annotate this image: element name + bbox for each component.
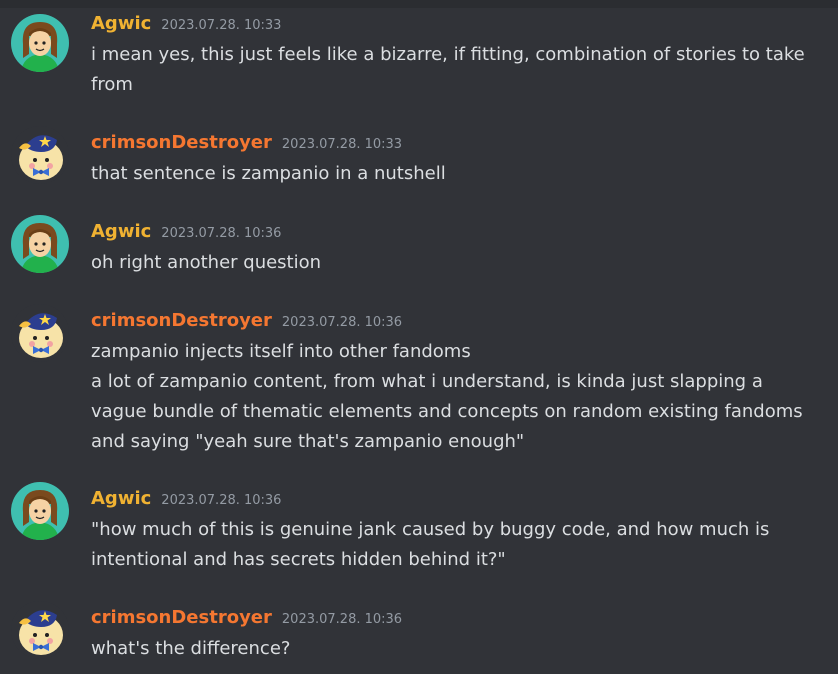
crimson-avatar-icon[interactable] xyxy=(11,601,69,659)
message-content: that sentence is zampanio in a nutshell xyxy=(91,159,831,189)
author-name[interactable]: crimsonDestroyer xyxy=(91,607,272,628)
message-line: intentional and has secrets hidden behin… xyxy=(91,549,506,570)
message-header: Agwic 2023.07.28. 10:33 xyxy=(91,12,281,38)
message-line: that sentence is zampanio in a nutshell xyxy=(91,163,446,184)
message-timestamp: 2023.07.28. 10:33 xyxy=(281,137,403,152)
author-name[interactable]: Agwic xyxy=(91,221,151,242)
message-timestamp: 2023.07.28. 10:36 xyxy=(161,226,282,241)
message-content: i mean yes, this just feels like a bizar… xyxy=(91,40,831,100)
message-header: Agwic 2023.07.28. 10:36 xyxy=(91,487,281,513)
message-line: what's the difference? xyxy=(91,638,291,659)
agwic-avatar-icon[interactable] xyxy=(11,14,69,72)
message-content: oh right another question xyxy=(91,248,831,278)
message-header: Agwic 2023.07.28. 10:36 xyxy=(91,220,281,246)
message-line: a lot of zampanio content, from what i u… xyxy=(91,371,763,392)
message-line: i mean yes, this just feels like a bizar… xyxy=(91,44,805,65)
author-name[interactable]: Agwic xyxy=(91,488,151,509)
message-header: crimsonDestroyer 2023.07.28. 10:36 xyxy=(91,606,402,632)
message-content: "how much of this is genuine jank caused… xyxy=(91,515,831,575)
message-content: zampanio injects itself into other fando… xyxy=(91,337,831,457)
message-line: oh right another question xyxy=(91,252,322,273)
channel-top-divider xyxy=(0,0,838,8)
crimson-avatar-icon[interactable] xyxy=(11,126,69,184)
agwic-avatar-icon[interactable] xyxy=(11,215,69,273)
crimson-avatar-icon[interactable] xyxy=(11,304,69,362)
message-timestamp: 2023.07.28. 10:36 xyxy=(281,315,403,330)
message-timestamp: 2023.07.28. 10:33 xyxy=(161,18,282,33)
message-line: and saying "yeah sure that's zampanio en… xyxy=(91,431,525,452)
message-timestamp: 2023.07.28. 10:36 xyxy=(281,612,403,627)
author-name[interactable]: crimsonDestroyer xyxy=(91,132,272,153)
agwic-avatar-icon[interactable] xyxy=(11,482,69,540)
message-header: crimsonDestroyer 2023.07.28. 10:33 xyxy=(91,131,402,157)
message-line: zampanio injects itself into other fando… xyxy=(91,341,471,362)
message-line: vague bundle of thematic elements and co… xyxy=(91,401,803,422)
message-content: what's the difference? xyxy=(91,634,831,664)
message-line: "how much of this is genuine jank caused… xyxy=(91,519,770,540)
author-name[interactable]: crimsonDestroyer xyxy=(91,310,272,331)
author-name[interactable]: Agwic xyxy=(91,13,151,34)
message-timestamp: 2023.07.28. 10:36 xyxy=(161,493,282,508)
message-line: from xyxy=(91,74,133,95)
message-header: crimsonDestroyer 2023.07.28. 10:36 xyxy=(91,309,402,335)
